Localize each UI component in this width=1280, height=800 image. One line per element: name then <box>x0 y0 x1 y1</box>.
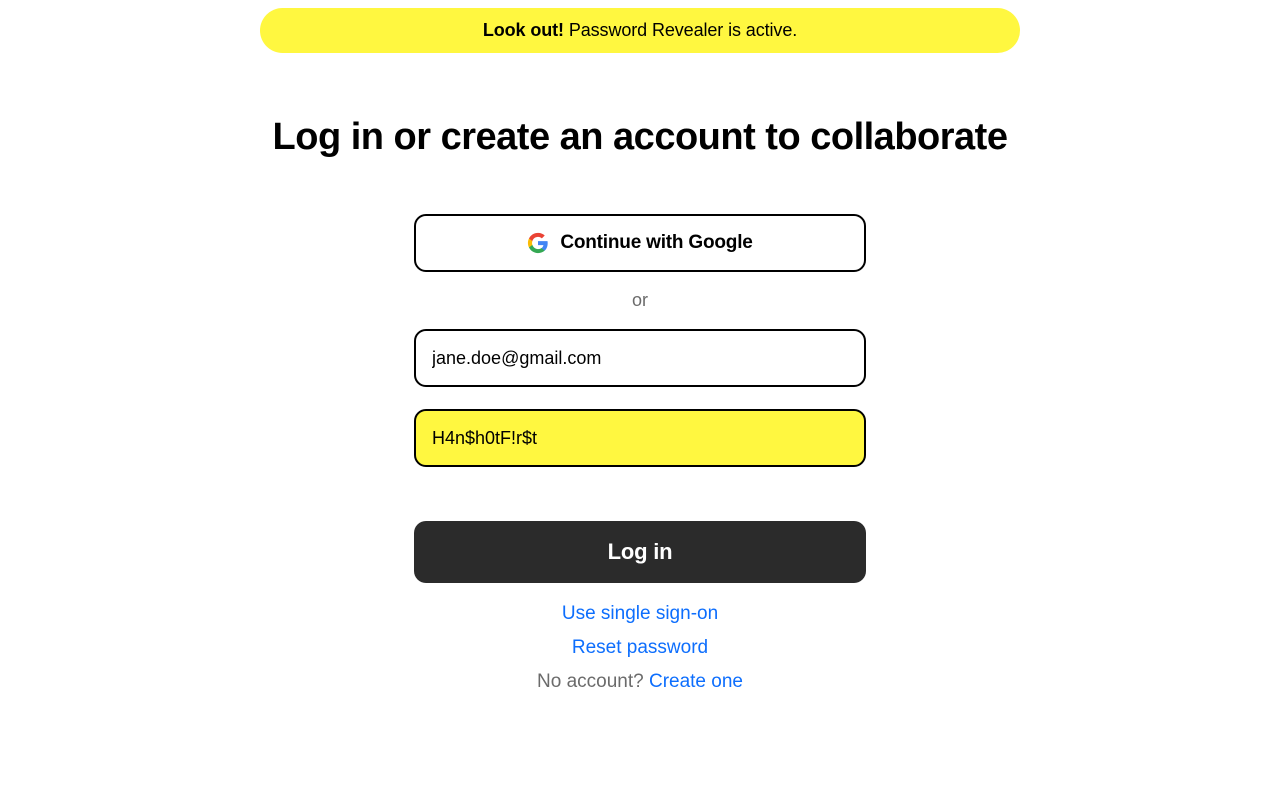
alert-text: Password Revealer is active. <box>564 20 797 40</box>
password-input[interactable] <box>414 409 866 467</box>
alert-banner: Look out! Password Revealer is active. <box>260 8 1020 53</box>
no-account-text: No account? <box>537 671 649 692</box>
email-input[interactable] <box>414 329 866 387</box>
google-button-label: Continue with Google <box>560 232 752 254</box>
page-title: Log in or create an account to collabora… <box>273 113 1008 162</box>
continue-with-google-button[interactable]: Continue with Google <box>414 214 866 272</box>
login-form: Continue with Google or Log in Use singl… <box>414 214 866 705</box>
login-button[interactable]: Log in <box>414 521 866 583</box>
sso-link[interactable]: Use single sign-on <box>562 603 718 624</box>
reset-password-link[interactable]: Reset password <box>572 637 708 658</box>
alert-strong: Look out! <box>483 20 564 40</box>
divider-or: or <box>414 290 866 311</box>
google-icon <box>527 232 549 254</box>
create-account-link[interactable]: Create one <box>649 671 743 692</box>
